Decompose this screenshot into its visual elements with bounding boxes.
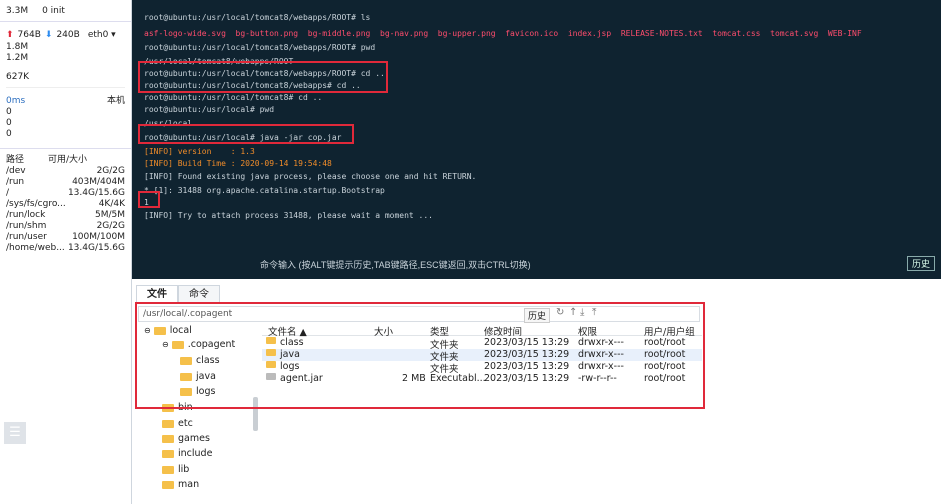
net-graph-value: 1.2M xyxy=(6,53,29,63)
net-graph-value: 627K xyxy=(6,72,30,82)
disk-path: /sys/fs/cgro... xyxy=(6,199,66,209)
mem-value: 3.3M xyxy=(6,6,29,16)
tree-item-label: games xyxy=(178,433,210,444)
folder-icon xyxy=(162,465,174,474)
disk-row: /sys/fs/cgro... 4K/4K xyxy=(0,199,131,210)
disk-size: 4K/4K xyxy=(98,199,125,209)
tree-item-label: etc xyxy=(178,418,193,429)
folder-icon xyxy=(162,419,174,428)
download-value: 240B xyxy=(56,30,80,40)
tree-item[interactable]: man xyxy=(162,479,199,490)
terminal-line: root@ubuntu:/usr/local/tomcat8/webapps/R… xyxy=(144,43,376,52)
mem-row: 3.3M 0 init xyxy=(0,6,131,17)
ping-value: 0 xyxy=(6,129,12,139)
disk-path: /run/shm xyxy=(6,221,47,231)
disk-path: /home/web... xyxy=(6,243,65,253)
terminal-line: [INFO] version : 1.3 xyxy=(144,147,255,156)
disk-row: /run 403M/404M xyxy=(0,177,131,188)
disk-path: / xyxy=(6,188,10,198)
disk-row: /dev 2G/2G xyxy=(0,166,131,177)
disk-path: /run xyxy=(6,177,25,187)
file-manager: 文件 命令 /usr/local/.copagent 历史 ↻ ↑ ⤓ ⤒ ⊖ l… xyxy=(132,279,941,504)
tree-item[interactable]: include xyxy=(162,448,212,459)
init-value: 0 init xyxy=(42,6,65,16)
status-sidebar: 3.3M 0 init ⬆ 764B ⬇ 240B eth0 ▾ 1.8M 1.… xyxy=(0,0,132,504)
disk-header-size: 可用/大小 xyxy=(48,155,88,165)
disk-path: /dev xyxy=(6,166,26,176)
tab-files[interactable]: 文件 xyxy=(136,285,178,303)
ping-value: 0 xyxy=(6,107,12,117)
highlight-cd xyxy=(138,61,388,93)
disk-row: /run/shm 2G/2G xyxy=(0,221,131,232)
disk-size: 13.4G/15.6G xyxy=(67,188,125,198)
folder-icon xyxy=(162,434,174,443)
history-button[interactable]: 历史 xyxy=(906,256,935,271)
terminal-line: root@ubuntu:/usr/local/tomcat8# cd .. xyxy=(144,93,323,102)
upload-icon: ⬆ xyxy=(6,30,14,40)
tree-item-label: lib xyxy=(178,464,190,475)
terminal-line: root@ubuntu:/usr/local# pwd xyxy=(144,105,275,114)
net-graph-value: 1.8M xyxy=(6,42,29,52)
disk-header: 路径 可用/大小 xyxy=(0,155,131,166)
tree-item-label: man xyxy=(178,479,200,490)
iface-select[interactable]: eth0 ▾ xyxy=(88,30,116,41)
disk-size: 2G/2G xyxy=(96,166,125,176)
tab-commands[interactable]: 命令 xyxy=(178,285,220,303)
net-row: ⬆ 764B ⬇ 240B eth0 ▾ xyxy=(0,30,131,41)
ping-host: 本机 xyxy=(106,96,125,106)
terminal-line: * [1]: 31488 org.apache.catalina.startup… xyxy=(144,186,385,195)
disk-size: 5M/5M xyxy=(94,210,125,220)
terminal-line: [INFO] Build Time : 2020-09-14 19:54:48 xyxy=(144,159,332,168)
disk-size: 13.4G/15.6G xyxy=(67,243,125,253)
disk-row: /run/lock 5M/5M xyxy=(0,210,131,221)
disk-path: /run/user xyxy=(6,232,47,242)
disk-size: 100M/100M xyxy=(72,232,125,242)
terminal-line: [INFO] Found existing java process, plea… xyxy=(144,172,477,181)
disk-list: /dev 2G/2G/run 403M/404M / 13.4G/15.6G/sys/f… xyxy=(0,166,131,254)
folder-icon xyxy=(162,480,174,489)
ping-label: 0ms xyxy=(6,96,26,106)
disk-row: /run/user 100M/100M xyxy=(0,232,131,243)
ping-value: 0 xyxy=(6,118,12,128)
terminal-line: root@ubuntu:/usr/local/tomcat8/webapps/R… xyxy=(144,13,371,22)
disk-path: /run/lock xyxy=(6,210,46,220)
terminal-line: asf-logo-wide.svg bg-button.png bg-middl… xyxy=(144,29,862,38)
download-icon: ⬇ xyxy=(44,30,53,40)
highlight-choice xyxy=(138,191,160,208)
tree-item[interactable]: etc xyxy=(162,418,193,429)
tree-item[interactable]: lib xyxy=(162,464,189,475)
terminal[interactable]: root@ubuntu:/usr/local/tomcat8/webapps/R… xyxy=(132,0,941,279)
upload-value: 764B xyxy=(17,30,41,40)
disk-size: 2G/2G xyxy=(96,221,125,231)
ping-row: 0ms 本机 xyxy=(0,96,131,107)
menu-icon[interactable]: ☰ xyxy=(4,422,26,444)
disk-size: 403M/404M xyxy=(72,177,125,187)
folder-icon xyxy=(162,449,174,458)
disk-row: /home/web... 13.4G/15.6G xyxy=(0,243,131,254)
disk-header-path: 路径 xyxy=(6,155,25,165)
disk-row: / 13.4G/15.6G xyxy=(0,188,131,199)
tree-item[interactable]: games xyxy=(162,433,210,444)
highlight-java xyxy=(138,124,354,144)
tree-item-label: include xyxy=(178,448,213,459)
command-input-hint[interactable]: 命令输入 (按ALT键提示历史,TAB键路径,ESC键返回,双击CTRL切换) xyxy=(260,258,531,271)
terminal-line: [INFO] Try to attach process 31488, plea… xyxy=(144,211,433,220)
highlight-filepanel xyxy=(135,302,705,409)
